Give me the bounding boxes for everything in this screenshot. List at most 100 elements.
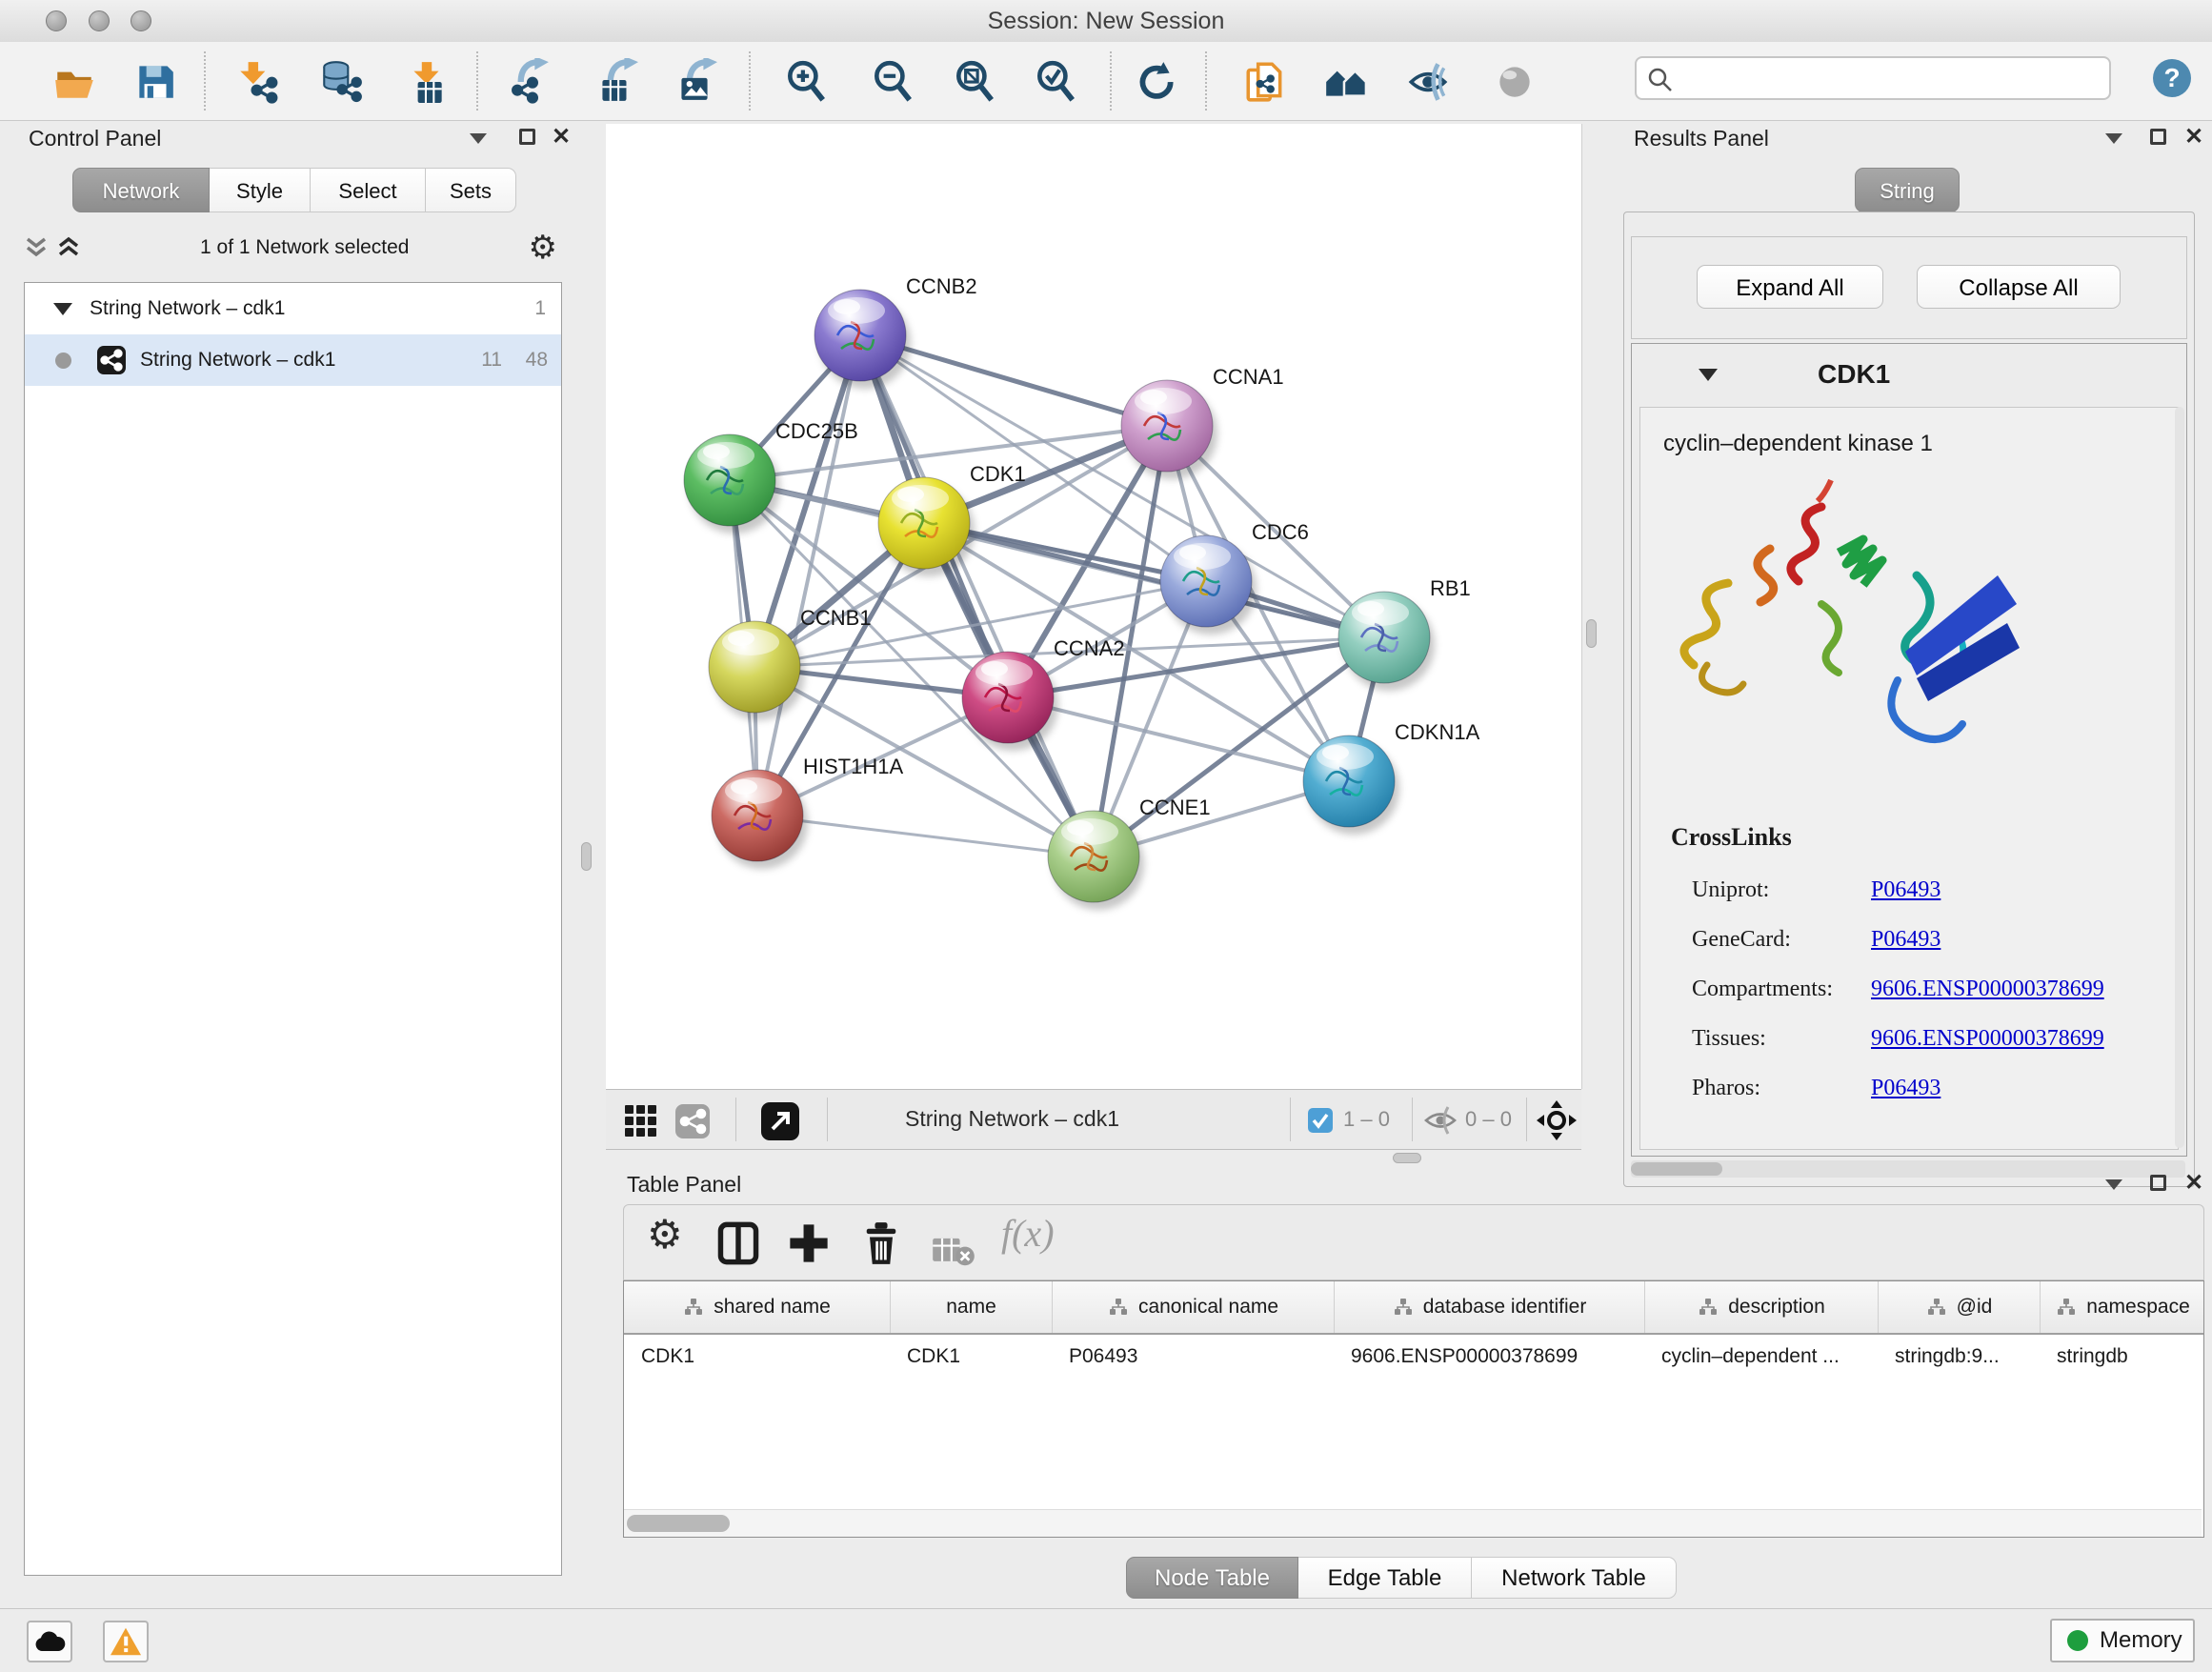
save-session-button[interactable] <box>131 58 177 104</box>
network-list-view-icon[interactable] <box>674 1103 711 1139</box>
table-horizontal-scrollbar[interactable] <box>624 1509 2202 1537</box>
column-header-database-identifier[interactable]: database identifier <box>1334 1281 1644 1333</box>
column-header--id[interactable]: @id <box>1878 1281 2040 1333</box>
protein-card-header[interactable]: CDK1 <box>1632 344 2186 405</box>
network-collection-row[interactable]: String Network – cdk1 1 <box>25 283 561 334</box>
home-button[interactable] <box>1322 58 1368 104</box>
network-row[interactable]: String Network – cdk1 11 48 <box>25 334 561 386</box>
results-panel-float-icon[interactable] <box>2150 126 2166 147</box>
column-header-shared-name[interactable]: shared name <box>624 1281 890 1333</box>
eye-button[interactable] <box>1492 58 1538 104</box>
zoom-in-button[interactable] <box>783 58 829 104</box>
column-header-name[interactable]: name <box>890 1281 1052 1333</box>
grid-view-icon[interactable] <box>623 1103 659 1139</box>
crosslink-link[interactable]: P06493 <box>1871 877 1941 903</box>
table-cell[interactable]: CDK1 <box>890 1345 1052 1368</box>
open-in-new-window-icon[interactable] <box>760 1101 800 1141</box>
table-panel-close-icon[interactable]: ✕ <box>2184 1172 2203 1193</box>
table-cell[interactable]: 9606.ENSP00000378699 <box>1334 1345 1644 1368</box>
expand-all-icon[interactable] <box>56 233 81 262</box>
network-canvas[interactable]: CCNB2CCNA1CDC25BCDK1CDC6RB1CCNB1CCNA2CDK… <box>606 124 1582 1089</box>
results-panel-close-icon[interactable]: ✕ <box>2184 126 2203 147</box>
export-image-button[interactable] <box>672 58 717 104</box>
crosslink-link[interactable]: 9606.ENSP00000378699 <box>1871 977 2104 1002</box>
add-column-icon[interactable] <box>786 1220 832 1266</box>
bottom-splitter-handle[interactable] <box>1393 1153 1421 1163</box>
column-header-canonical-name[interactable]: canonical name <box>1052 1281 1334 1333</box>
crosslink-link[interactable]: P06493 <box>1871 927 1941 953</box>
show-columns-icon[interactable] <box>715 1220 761 1266</box>
import-network-button[interactable] <box>234 58 280 104</box>
control-panel-float-icon[interactable] <box>519 126 535 147</box>
zoom-selected-button[interactable] <box>1033 58 1078 104</box>
tab-sets[interactable]: Sets <box>426 168 516 212</box>
table-panel-float-icon[interactable] <box>2150 1172 2166 1193</box>
collection-expand-icon[interactable] <box>53 303 72 315</box>
copy-network-button[interactable] <box>1242 58 1288 104</box>
memory-status-dot <box>2067 1630 2088 1651</box>
right-splitter-handle[interactable] <box>1586 619 1597 648</box>
import-database-icon <box>318 58 364 104</box>
left-splitter-handle[interactable] <box>581 842 592 871</box>
fit-content-crosshair-icon[interactable] <box>1536 1099 1578 1141</box>
collapse-all-button[interactable]: Collapse All <box>1917 265 2121 309</box>
table-panel: Table Panel ✕ ⚙ f(x) shared namename can… <box>615 1164 2212 1608</box>
crosslink-link[interactable]: 9606.ENSP00000378699 <box>1871 1026 2104 1052</box>
results-vertical-scrollbar[interactable] <box>2175 407 2184 1148</box>
network-label: String Network – cdk1 <box>140 349 335 372</box>
help-button[interactable]: ? <box>2151 57 2193 99</box>
tab-node-table[interactable]: Node Table <box>1126 1557 1298 1599</box>
table-cell[interactable]: P06493 <box>1052 1345 1334 1368</box>
tab-string[interactable]: String <box>1855 168 1960 212</box>
table-panel-menu-icon[interactable] <box>2105 1174 2122 1195</box>
control-panel-menu-icon[interactable] <box>470 128 487 149</box>
protein-card-collapse-icon[interactable] <box>1699 369 1718 381</box>
title-bar: Session: New Session <box>0 0 2212 43</box>
table-row[interactable]: CDK1CDK1P064939606.ENSP00000378699cyclin… <box>624 1335 2203 1379</box>
table-cell[interactable]: cyclin–dependent ... <box>1644 1345 1878 1368</box>
zoom-fit-button[interactable] <box>952 58 997 104</box>
crosslinks-rows: Uniprot: P06493GeneCard: P06493Compartme… <box>1671 865 2104 1113</box>
import-database-button[interactable] <box>318 58 364 104</box>
control-panel-close-icon[interactable]: ✕ <box>552 126 571 147</box>
tab-network-table[interactable]: Network Table <box>1472 1557 1677 1599</box>
warnings-button[interactable] <box>103 1621 149 1662</box>
network-options-gear-icon[interactable]: ⚙ <box>529 232 557 264</box>
search-input[interactable] <box>1680 60 2103 98</box>
crosslinks-heading: CrossLinks <box>1671 823 2104 852</box>
table-cell[interactable]: stringdb <box>2040 1345 2204 1368</box>
column-header-namespace[interactable]: namespace <box>2040 1281 2204 1333</box>
open-session-button[interactable] <box>51 58 97 104</box>
export-table-button[interactable] <box>593 58 638 104</box>
tab-network[interactable]: Network <box>72 168 210 212</box>
cloud-status-button[interactable] <box>27 1621 72 1662</box>
crosslink-link[interactable]: P06493 <box>1871 1076 1941 1101</box>
table-cell[interactable]: stringdb:9... <box>1878 1345 2040 1368</box>
export-network-button[interactable] <box>505 58 551 104</box>
node-table[interactable]: shared namename canonical name database … <box>623 1280 2204 1538</box>
tab-style[interactable]: Style <box>210 168 311 212</box>
delete-column-trash-icon[interactable] <box>858 1220 904 1266</box>
hide-eye-button[interactable] <box>1405 58 1451 104</box>
import-table-button[interactable] <box>404 58 450 104</box>
network-edge[interactable] <box>757 335 860 816</box>
zoom-in-icon <box>783 58 829 104</box>
table-settings-gear-icon[interactable]: ⚙ <box>647 1211 693 1257</box>
cloud-icon <box>33 1630 66 1653</box>
search-box[interactable] <box>1635 56 2111 100</box>
memory-label: Memory <box>2100 1627 2182 1654</box>
zoom-out-button[interactable] <box>870 58 915 104</box>
results-panel-menu-icon[interactable] <box>2105 128 2122 149</box>
table-cell[interactable]: CDK1 <box>624 1345 890 1368</box>
column-tree-icon <box>1698 1298 1719 1317</box>
memory-button[interactable]: Memory <box>2050 1619 2195 1662</box>
network-graph: CCNB2CCNA1CDC25BCDK1CDC6RB1CCNB1CCNA2CDK… <box>606 124 1581 1089</box>
tab-select[interactable]: Select <box>311 168 426 212</box>
column-header-description[interactable]: description <box>1644 1281 1878 1333</box>
collapse-all-icon[interactable] <box>24 233 49 262</box>
selected-checkbox-icon[interactable] <box>1307 1107 1334 1134</box>
refresh-button[interactable] <box>1133 58 1178 104</box>
node-gloss <box>1322 745 1349 760</box>
tab-edge-table[interactable]: Edge Table <box>1298 1557 1472 1599</box>
expand-all-button[interactable]: Expand All <box>1697 265 1883 309</box>
